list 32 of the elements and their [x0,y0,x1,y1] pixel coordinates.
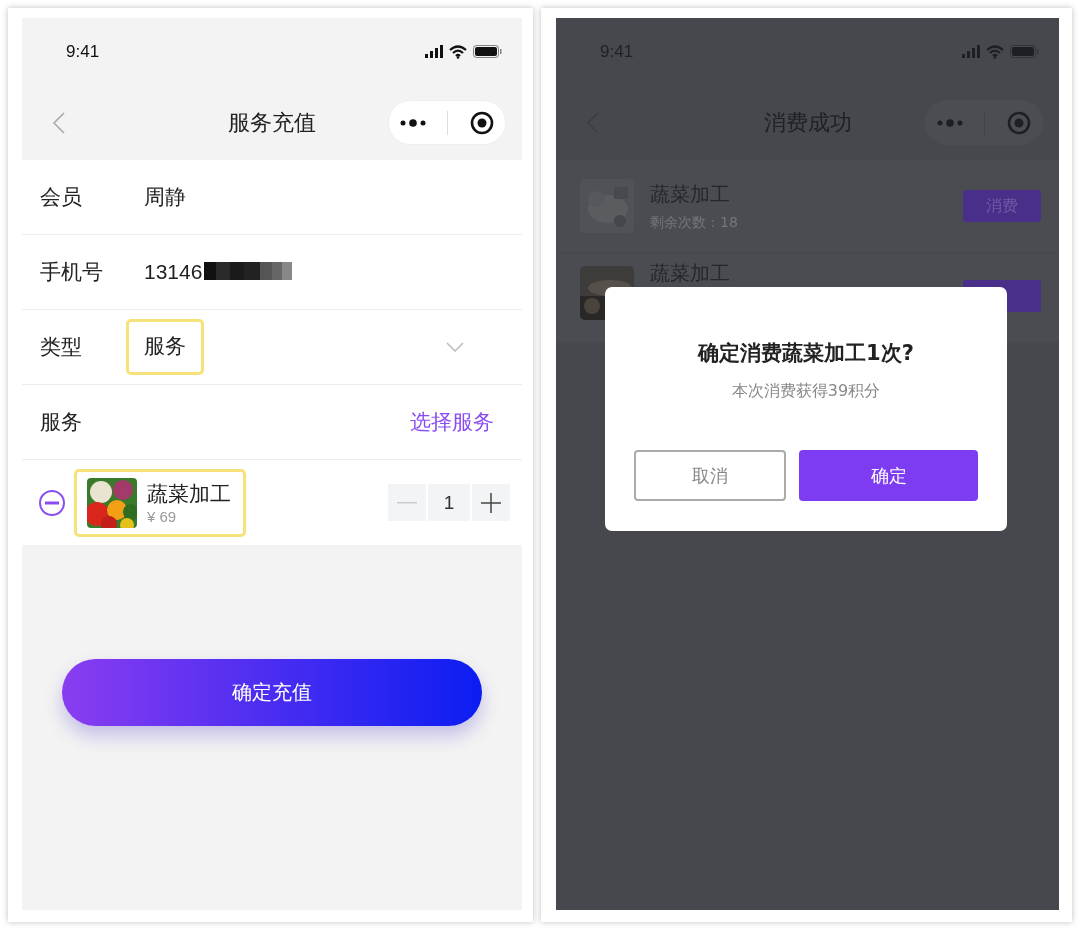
increase-button[interactable] [472,484,510,521]
wifi-icon [449,44,467,59]
confirm-recharge-button[interactable]: 确定充值 [62,659,482,726]
wifi-icon [986,44,1004,59]
page-title: 服务充值 [228,108,316,137]
minus-icon [397,501,417,504]
remove-icon[interactable] [38,488,66,517]
back-icon[interactable] [52,110,66,135]
service-name: 蔬菜加工 [147,481,231,508]
signal-icon [425,45,443,58]
chevron-down-icon[interactable] [446,342,464,352]
battery-icon [473,45,502,58]
select-service-link[interactable]: 选择服务 [410,408,494,436]
field-label: 类型 [40,334,83,361]
status-time: 9:41 [66,41,100,62]
decrease-button[interactable] [388,484,426,521]
signal-icon [962,45,980,58]
plus-icon [481,492,501,513]
dialog-title: 确定消费蔬菜加工1次? [698,340,914,367]
battery-icon [1010,45,1039,58]
quantity-field[interactable]: 1 [428,484,470,521]
more-icon[interactable] [399,117,426,128]
select-value[interactable]: 服务 [126,319,204,375]
field-value: 周静 [144,184,186,210]
dialog-message: 本次消费获得39积分 [731,381,881,402]
cancel-button[interactable]: 取消 [634,450,786,501]
field-label: 服务 [40,409,83,436]
field-label: 会员 [40,184,83,211]
service-price: ¥ 69 [147,508,178,525]
field-value: 13146 [144,260,203,284]
field-label: 手机号 [40,259,104,286]
confirm-button[interactable]: 确定 [799,450,978,501]
